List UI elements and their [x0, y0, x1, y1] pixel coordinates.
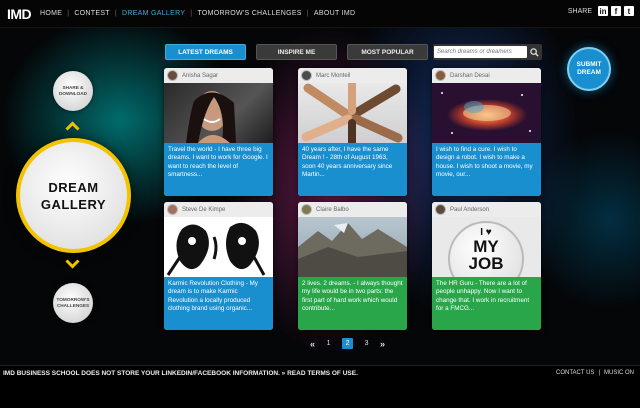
footer-links: CONTACT US | MUSIC ON	[556, 370, 634, 376]
dreamer-name[interactable]: Steve De Kimpe	[182, 207, 225, 213]
bottom-margin	[0, 381, 640, 408]
share-bar: SHARE in f t	[568, 6, 634, 16]
submit-dream-button[interactable]: SUBMIT DREAM	[567, 47, 611, 91]
avatar	[435, 204, 446, 215]
footer: IMD BUSINESS SCHOOL DOES NOT STORE YOUR …	[0, 365, 640, 381]
search-input[interactable]: Search dreams or dreamers	[434, 46, 527, 58]
top-navigation-bar: IMD HOME | CONTEST | DREAM GALLERY | TOM…	[0, 0, 640, 28]
dream-text: Travel the world - I have three big drea…	[164, 143, 273, 196]
page-3[interactable]: 3	[361, 338, 372, 349]
dreamer-name[interactable]: Anisha Sagar	[182, 73, 218, 79]
dream-text: Karmic Revolution Clothing - My dream is…	[164, 277, 273, 330]
search-icon	[529, 47, 539, 57]
dream-photo	[298, 217, 407, 277]
contact-us-link[interactable]: CONTACT US	[556, 370, 594, 376]
search-button[interactable]	[527, 45, 541, 59]
dream-card[interactable]: Darshan Desai I wish to find a cure. I w…	[432, 68, 541, 196]
page-2[interactable]: 2	[342, 338, 354, 349]
dream-text: 40 years after, I have the same Dream ! …	[298, 143, 407, 196]
chevron-down-icon[interactable]	[65, 259, 80, 269]
footer-separator: |	[598, 370, 600, 376]
dream-card[interactable]: Claire Balbo 2 lives. 2 dreams. - I alwa…	[298, 202, 407, 330]
submit-dream-label-1: SUBMIT	[576, 61, 602, 68]
dream-text: I wish to find a cure. I wish to design …	[432, 143, 541, 196]
tab-inspire-me[interactable]: INSPIRE ME	[256, 44, 337, 60]
dream-card[interactable]: Steve De Kimpe Karmic Revolution Clothin…	[164, 202, 273, 330]
i-love-my-job-poster: I ♥ MY JOB	[448, 221, 524, 277]
linkedin-icon[interactable]: in	[598, 6, 608, 16]
dream-card[interactable]: Marc Monteil 40 years after, I have the …	[298, 68, 407, 196]
search-box: Search dreams or dreamers	[433, 44, 542, 60]
nav-dream-gallery[interactable]: DREAM GALLERY	[122, 10, 185, 17]
footer-privacy-note[interactable]: IMD BUSINESS SCHOOL DOES NOT STORE YOUR …	[3, 370, 358, 377]
dream-text: 2 lives. 2 dreams. - I always thought my…	[298, 277, 407, 330]
dream-photo: I ♥ MY JOB	[432, 217, 541, 277]
nav-about-imd[interactable]: ABOUT IMD	[314, 10, 355, 17]
dreamer-name[interactable]: Darshan Desai	[450, 73, 490, 79]
avatar	[435, 70, 446, 81]
page-background: IMD HOME | CONTEST | DREAM GALLERY | TOM…	[0, 0, 640, 408]
dream-card[interactable]: Anisha Sagar Travel the world - I have t…	[164, 68, 273, 196]
dreamer-name[interactable]: Claire Balbo	[316, 207, 349, 213]
avatar	[301, 204, 312, 215]
tomorrows-challenges-button[interactable]: TOMORROW'S CHALLENGES	[53, 283, 93, 323]
dream-text: The HR Guru - There are a lot of people …	[432, 277, 541, 330]
music-toggle[interactable]: MUSIC ON	[604, 370, 634, 376]
dreamer-name[interactable]: Marc Monteil	[316, 73, 350, 79]
dream-card[interactable]: Paul Anderson I ♥ MY JOB The HR Guru - T…	[432, 202, 541, 330]
dream-photo	[164, 217, 273, 277]
nav-home[interactable]: HOME	[40, 10, 62, 17]
dream-photo	[432, 83, 541, 143]
avatar	[167, 70, 178, 81]
nav-contest[interactable]: CONTEST	[74, 10, 110, 17]
nav-tomorrows-challenges[interactable]: TOMORROW'S CHALLENGES	[197, 10, 301, 17]
dream-photo	[298, 83, 407, 143]
gallery-tabs: LATEST DREAMS INSPIRE ME MOST POPULAR	[165, 44, 428, 60]
main-nav: HOME | CONTEST | DREAM GALLERY | TOMORRO…	[40, 10, 356, 17]
twitter-icon[interactable]: t	[624, 6, 634, 16]
chevron-up-icon[interactable]	[65, 121, 80, 131]
pagination: « 1 2 3 »	[310, 338, 385, 349]
dreamer-name[interactable]: Paul Anderson	[450, 207, 489, 213]
facebook-icon[interactable]: f	[611, 6, 621, 16]
avatar	[301, 70, 312, 81]
page-1[interactable]: 1	[323, 338, 334, 349]
avatar	[167, 204, 178, 215]
submit-dream-label-2: DREAM	[577, 69, 601, 76]
tab-latest-dreams[interactable]: LATEST DREAMS	[165, 44, 246, 60]
imd-logo[interactable]: IMD	[7, 6, 32, 22]
prev-page-button[interactable]: «	[310, 339, 315, 349]
share-label: SHARE	[567, 7, 592, 15]
share-download-button[interactable]: SHARE & DOWNLOAD	[53, 71, 93, 111]
dream-photo	[164, 83, 273, 143]
tab-most-popular[interactable]: MOST POPULAR	[347, 44, 428, 60]
next-page-button[interactable]: »	[380, 339, 385, 349]
dream-gallery-circle: DREAM GALLERY	[16, 138, 131, 253]
